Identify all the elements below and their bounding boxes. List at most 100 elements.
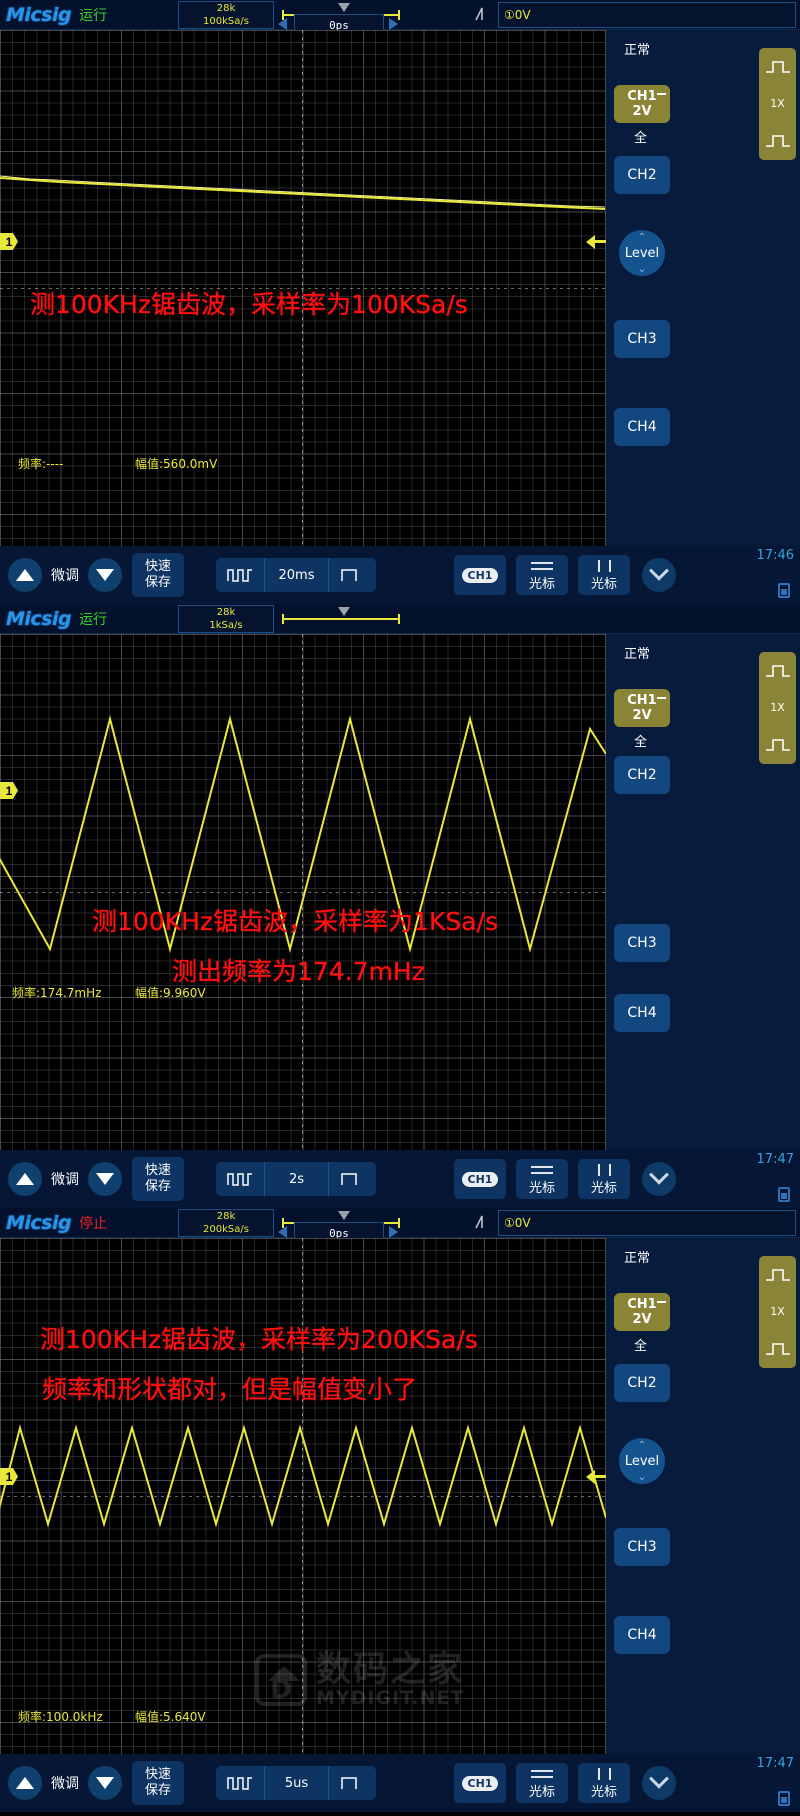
channel-1-name: CH1 [627,693,657,708]
quick-save-button[interactable]: 快速 保存 [132,1157,184,1201]
timebase-value[interactable]: 2s [264,1162,328,1196]
chevron-down-toolbar-icon [649,1768,669,1789]
trigger-level-marker[interactable] [586,235,606,249]
v-cursor-label: 光标 [590,576,617,592]
h-cursor-label: 光标 [528,1180,555,1196]
memory-depth-block[interactable]: 28k 200kSa/s [178,1209,274,1237]
h-cursor-icon [531,1165,553,1174]
nav-left-icon[interactable] [278,1226,287,1238]
channel-1-button[interactable]: CH1 2V [614,689,670,727]
channel-select-button[interactable]: CH1 [454,1763,506,1803]
trigger-slope-icon[interactable] [473,5,493,25]
run-state-label: 运行 [79,611,108,628]
trigger-level-knob[interactable]: ⌃ Level ⌄ [619,1438,665,1484]
tune-up-button[interactable] [8,558,42,592]
sidebar-item-ch2[interactable]: CH2 [614,756,670,794]
sidebar-item-ch3[interactable]: CH3 [614,320,670,358]
waveform-display-2[interactable]: 1 测100KHz锯齿波，采样率为1KSa/s 测出频率为174.7mHz 频率… [0,634,606,1150]
timebase-value[interactable]: 5us [264,1766,328,1800]
v-cursor-label: 光标 [590,1180,617,1196]
trigger-level-marker[interactable] [586,1470,606,1484]
quick-save-button[interactable]: 快速 保存 [132,553,184,597]
watermark: 数码之家 MYDIGIT.NET [255,1652,464,1708]
sidebar-item-ch2[interactable]: CH2 [614,1364,670,1402]
timebase-value[interactable]: 20ms [264,558,328,592]
expand-toolbar-button[interactable] [642,1162,676,1196]
probe-attenuation-column[interactable]: 1X [759,48,796,160]
waveform-display-3[interactable]: 1 测100KHz锯齿波，采样率为200KSa/s 频率和形状都对，但是幅值变小… [0,1238,606,1754]
channel-pill-label: CH1 [461,1775,499,1791]
timebase-zoom-in-button[interactable] [328,1766,376,1800]
tune-down-button[interactable] [88,1162,122,1196]
quick-save-line1: 快速 [144,559,171,574]
probe-attenuation-column[interactable]: 1X [759,1256,796,1368]
tune-down-button[interactable] [88,1766,122,1800]
tune-down-button[interactable] [88,558,122,592]
quick-save-line2: 保存 [144,575,171,590]
timebase-zoom-out-button[interactable] [216,558,264,592]
channel-coupling-label: 全 [634,735,648,750]
side-control-panel-3: 正常 CH1 2V 全 1X CH2 ⌃ Level ⌄ CH3 CH4 [606,1238,800,1754]
annotation-line-2: 频率和形状都对，但是幅值变小了 [42,1375,418,1404]
memory-depth-block[interactable]: 28k 1kSa/s [178,605,274,633]
trigger-level-knob[interactable]: ⌃ Level ⌄ [619,230,665,276]
coupling-dash-icon [657,697,666,699]
memory-depth-block[interactable]: 28k 100kSa/s [178,1,274,29]
measurement-frequency: 频率:174.7mHz [12,986,102,1000]
measurement-amplitude: 幅值:5.640V [135,1710,206,1724]
sidebar-item-ch4[interactable]: CH4 [614,994,670,1032]
sidebar-item-ch4[interactable]: CH4 [614,1616,670,1654]
quick-save-line2: 保存 [144,1783,171,1798]
expand-toolbar-button[interactable] [642,1766,676,1800]
battery-icon [778,583,790,598]
sidebar-item-ch4[interactable]: CH4 [614,408,670,446]
vertical-cursor-button[interactable]: 光标 [578,1763,630,1803]
single-pulse-icon [340,569,357,581]
nav-right-icon[interactable] [389,18,398,30]
tune-up-button[interactable] [8,1766,42,1800]
timebase-zoom-in-button[interactable] [328,1162,376,1196]
nav-left-icon[interactable] [278,18,287,30]
timebase-zoom-out-button[interactable] [216,1766,264,1800]
horizontal-cursor-button[interactable]: 光标 [516,1763,568,1803]
triangle-down-icon [96,1777,114,1789]
trigger-level-box[interactable]: ①0V [498,1210,796,1236]
horizontal-cursor-button[interactable]: 光标 [516,555,568,595]
vertical-cursor-button[interactable]: 光标 [578,1159,630,1199]
sidebar-item-ch2[interactable]: CH2 [614,156,670,194]
measurement-amplitude: 幅值:9.960V [135,986,206,1000]
annotation-line-1: 测100KHz锯齿波，采样率为100KSa/s [30,290,468,319]
timebase-zoom-out-button[interactable] [216,1162,264,1196]
channel-select-button[interactable]: CH1 [454,1159,506,1199]
triangle-up-icon [16,1777,34,1789]
run-state-label: 停止 [79,1215,108,1232]
pulse-high-icon [765,61,790,73]
expand-toolbar-button[interactable] [642,558,676,592]
trigger-slope-icon[interactable] [473,1213,493,1233]
annotation-line-1: 测100KHz锯齿波，采样率为200KSa/s [40,1325,478,1354]
channel-1-button[interactable]: CH1 2V [614,85,670,123]
sidebar-item-ch3[interactable]: CH3 [614,924,670,962]
horizontal-cursor-button[interactable]: 光标 [516,1159,568,1199]
timebase-zoom-in-button[interactable] [328,558,376,592]
channel-1-button[interactable]: CH1 2V [614,1293,670,1331]
memory-depth-value: 28k [216,607,236,618]
side-control-panel-1: 正常 CH1 2V 全 1X CH2 ⌃ Level ⌄ CH3 CH4 [606,30,800,546]
vertical-cursor-button[interactable]: 光标 [578,555,630,595]
nav-right-icon[interactable] [389,1226,398,1238]
sidebar-item-ch3[interactable]: CH3 [614,1528,670,1566]
probe-attenuation-column[interactable]: 1X [759,652,796,764]
h-cursor-icon [531,1769,553,1778]
side-control-panel-2: 正常 CH1 2V 全 1X CH2 CH3 CH4 [606,634,800,1150]
h-cursor-label: 光标 [528,1784,555,1800]
channel-select-button[interactable]: CH1 [454,555,506,595]
trigger-level-box[interactable]: ①0V [498,2,796,28]
waveform-display-1[interactable]: 1 测100KHz锯齿波，采样率为100KSa/s 频率:---- 幅值:560… [0,30,606,546]
tune-up-button[interactable] [8,1162,42,1196]
h-position-nav: 0ps [278,14,398,36]
quick-save-button[interactable]: 快速 保存 [132,1761,184,1805]
h-position-nav: 0ps [278,1222,398,1244]
channel-1-scale: 2V [632,104,652,119]
panel-2-main: 1 测100KHz锯齿波，采样率为1KSa/s 测出频率为174.7mHz 频率… [0,634,800,1150]
channel-pill-label: CH1 [461,567,499,583]
